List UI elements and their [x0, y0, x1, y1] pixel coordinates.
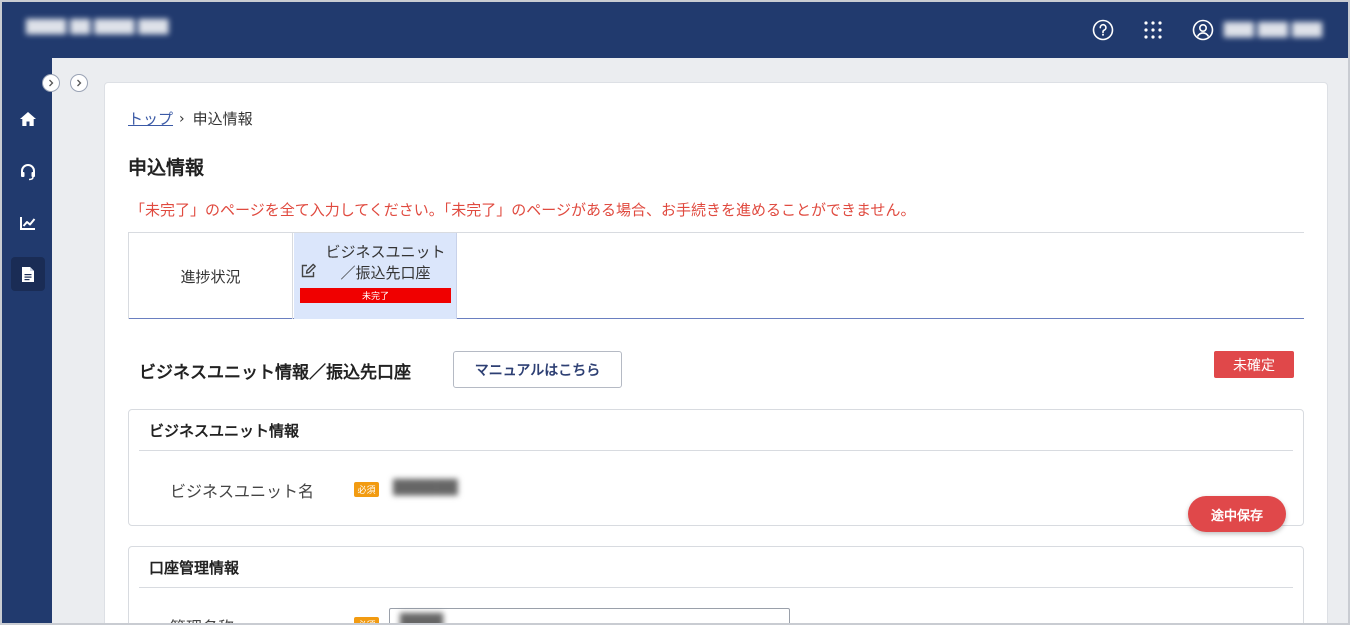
sidebar-item-home[interactable] — [11, 102, 45, 136]
progress-step-label: ビジネスユニット ／振込先口座 — [318, 242, 453, 284]
divider — [139, 450, 1293, 451]
required-badge: 必須 — [354, 482, 379, 497]
breadcrumb: トップ › 申込情報 — [128, 108, 253, 129]
management-name-label: 管理名称 — [170, 614, 234, 623]
save-draft-button[interactable]: 途中保存 — [1188, 496, 1286, 532]
required-badge: 必須 — [354, 617, 379, 623]
progress-step-business-unit[interactable]: ビジネスユニット ／振込先口座 未完了 — [294, 233, 457, 319]
business-unit-panel-title: ビジネスユニット情報 — [149, 422, 300, 440]
top-bar: ████ ██ ████ ███ ███ ███ ███ — [2, 2, 1348, 58]
app-grid-icon[interactable] — [1142, 19, 1164, 41]
home-icon — [20, 112, 36, 126]
sidebar-item-analytics[interactable] — [11, 206, 45, 240]
page-title: 申込情報 — [128, 157, 205, 179]
support-icon — [21, 164, 35, 181]
content-card — [104, 82, 1328, 623]
user-name[interactable]: ███ ███ ███ — [1224, 23, 1322, 38]
sidebar — [2, 58, 52, 623]
sidebar-item-support[interactable] — [11, 155, 45, 189]
breadcrumb-home-link[interactable]: トップ — [128, 108, 173, 129]
chevron-right-icon — [49, 79, 54, 87]
management-name-input[interactable]: ████ — [389, 608, 790, 625]
progress-step-status-badge: 未完了 — [300, 288, 451, 303]
user-avatar-icon[interactable] — [1192, 19, 1214, 41]
business-unit-panel: ビジネスユニット情報 ビジネスユニット名 必須 ██████ — [128, 409, 1304, 526]
progress-step-line1: ビジネスユニット — [325, 243, 446, 261]
manual-button[interactable]: マニュアルはこちら — [453, 351, 622, 388]
help-icon[interactable] — [1092, 19, 1114, 41]
progress-table: 進捗状況 ビジネスユニット ／振込先口座 未完了 — [128, 232, 1304, 319]
app-window: ████ ██ ████ ███ ███ ███ ███ トップ › 申込情報 … — [0, 0, 1350, 625]
account-panel: 口座管理情報 管理名称 必須 ████ — [128, 546, 1304, 625]
status-badge: 未確定 — [1214, 351, 1294, 378]
incomplete-warning: 「未完了」のページを全て入力してください。「未完了」のページがある場合、お手続き… — [130, 201, 916, 219]
document-icon — [22, 266, 34, 282]
breadcrumb-separator: › — [179, 110, 185, 127]
panel-expand-button[interactable] — [70, 74, 88, 92]
business-unit-name-label: ビジネスユニット名 — [170, 482, 315, 501]
sidebar-expand-button[interactable] — [42, 74, 60, 92]
account-panel-title: 口座管理情報 — [149, 559, 240, 577]
divider — [139, 587, 1293, 588]
breadcrumb-current: 申込情報 — [192, 110, 253, 128]
business-unit-name-value: ██████ — [393, 480, 458, 496]
chevron-right-icon — [77, 79, 82, 87]
management-name-value: ████ — [400, 614, 444, 625]
chart-icon — [20, 217, 36, 230]
top-bar-actions: ███ ███ ███ — [1092, 2, 1348, 58]
sidebar-item-application[interactable] — [11, 257, 45, 291]
app-title: ████ ██ ████ ███ — [26, 20, 169, 35]
progress-step-line2: ／振込先口座 — [340, 264, 431, 282]
section-title: ビジネスユニット情報／振込先口座 — [139, 363, 411, 383]
edit-icon — [300, 263, 317, 283]
progress-label: 進捗状況 — [128, 233, 293, 319]
